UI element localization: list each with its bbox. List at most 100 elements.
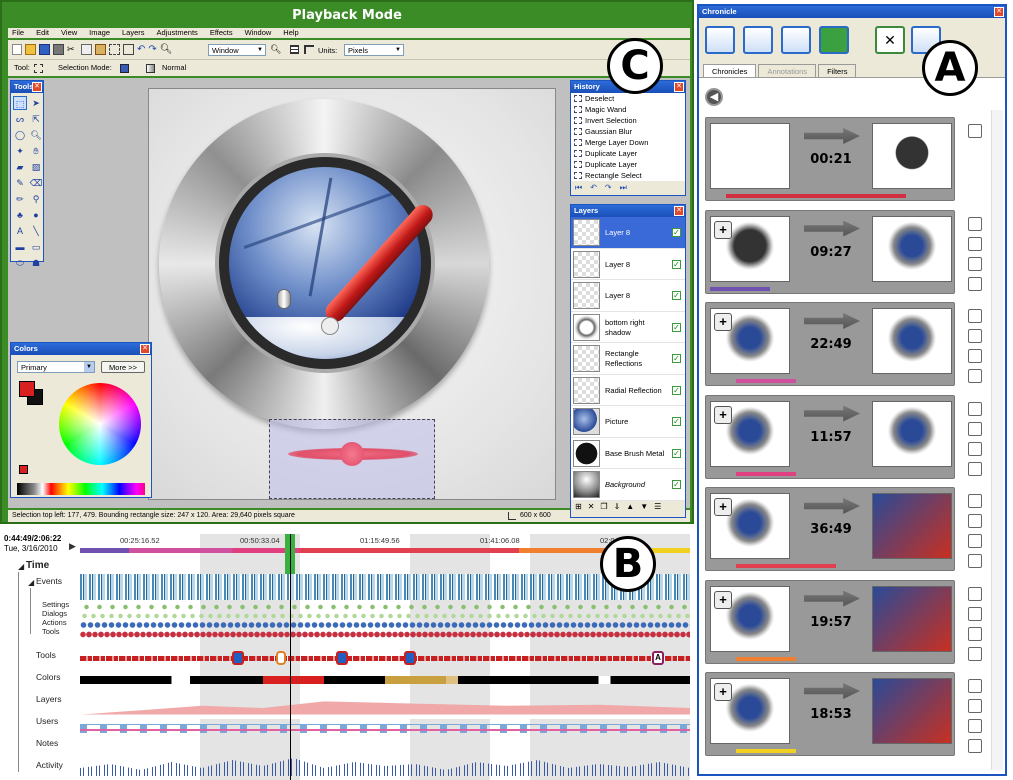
menu-item-effects[interactable]: Effects [210, 28, 233, 38]
close-view-icon[interactable]: ✕ [875, 26, 905, 54]
expand-icon[interactable]: + [714, 590, 732, 609]
view-split-icon[interactable] [743, 26, 773, 54]
line-tool-icon[interactable]: ╲ [29, 224, 43, 238]
frame-end-thumbnail[interactable] [872, 493, 952, 559]
layer-visibility-checkbox[interactable]: ✓ [672, 322, 681, 332]
crop-icon[interactable] [109, 44, 120, 55]
selection-rectangle[interactable] [269, 419, 435, 499]
rectangle-tool-icon[interactable]: ▬ [13, 240, 27, 254]
menu-item-adjustments[interactable]: Adjustments [157, 28, 198, 38]
layer-row[interactable]: Rectangle Reflections ✓ [571, 343, 685, 375]
sync-icon[interactable] [819, 26, 849, 54]
ellipse-tool-icon[interactable]: ◯ [13, 128, 27, 142]
chronicle-frame[interactable]: 19:57 + [705, 579, 982, 664]
layer-row[interactable]: Picture ✓ [571, 406, 685, 438]
chronicle-frame[interactable]: 09:27 + [705, 209, 982, 294]
gradient-tool-icon[interactable]: ▨ [29, 160, 43, 174]
selection-tool-icon[interactable] [34, 64, 43, 73]
tool-marker[interactable] [276, 651, 286, 665]
play-icon[interactable]: ▶ [69, 541, 76, 552]
pan-tool-icon[interactable]: ✋︎ [29, 144, 43, 158]
layer-row[interactable]: Background ✓ [571, 469, 685, 501]
move-down-icon[interactable]: ▼ [640, 502, 648, 511]
close-icon[interactable]: ✕ [994, 7, 1004, 17]
frame-start-thumbnail[interactable] [710, 123, 790, 189]
save-icon[interactable] [39, 44, 50, 55]
pencil-tool-icon[interactable]: ✏ [13, 192, 27, 206]
menu-item-file[interactable]: File [12, 28, 24, 38]
clone-stamp-tool-icon[interactable]: ♣ [13, 208, 27, 222]
history-item[interactable]: Invert Selection [573, 115, 685, 126]
layer-visibility-checkbox[interactable]: ✓ [672, 417, 681, 426]
chronicle-frame[interactable]: 36:49 + [705, 487, 982, 571]
print-icon[interactable] [53, 44, 64, 55]
tool-marker-text-tool[interactable]: A [652, 651, 664, 665]
color-mode-select[interactable]: Primary ▼ [17, 361, 95, 373]
layer-row[interactable]: Base Brush Metal ✓ [571, 438, 685, 469]
eraser-tool-icon[interactable]: ⌫ [29, 176, 43, 190]
layer-row[interactable]: Radial Reflection ✓ [571, 375, 685, 406]
history-item[interactable]: Deselect [573, 93, 685, 104]
more-colors-button[interactable]: More >> [101, 361, 145, 373]
color-wheel[interactable] [59, 383, 141, 465]
frame-end-thumbnail[interactable] [872, 585, 952, 652]
chronicle-frame[interactable]: 22:49 + [705, 302, 982, 386]
bucket-tool-icon[interactable]: ▰ [13, 160, 27, 174]
duplicate-layer-icon[interactable]: ❐ [600, 502, 607, 511]
undo-icon[interactable]: ↶ [590, 183, 597, 193]
expand-icon[interactable]: + [714, 405, 732, 424]
close-icon[interactable]: ✕ [674, 206, 684, 216]
expand-icon[interactable]: + [714, 498, 732, 516]
back-icon[interactable]: ◀ [705, 88, 723, 106]
layer-visibility-checkbox[interactable]: ✓ [672, 448, 681, 458]
fast-forward-icon[interactable]: ⏭ [620, 183, 627, 193]
image-canvas[interactable] [148, 88, 556, 500]
zoom-tool-icon[interactable]: 🔍︎ [29, 128, 43, 142]
close-icon[interactable]: ✕ [140, 344, 150, 354]
menu-item-view[interactable]: View [61, 28, 77, 38]
history-item[interactable]: Magic Wand [573, 104, 685, 115]
zoom-in-icon[interactable]: 🔍︎ [270, 44, 281, 55]
primary-color-swatch[interactable] [19, 381, 35, 397]
chronicle-scrollbar[interactable] [991, 110, 1003, 770]
move-up-icon[interactable]: ▲ [626, 502, 634, 511]
paste-icon[interactable] [95, 44, 106, 55]
tool-marker[interactable] [232, 651, 244, 665]
menu-item-window[interactable]: Window [245, 28, 272, 38]
copy-icon[interactable] [81, 44, 92, 55]
chronicle-frame[interactable]: 18:53 + [705, 672, 982, 756]
frame-end-thumbnail[interactable] [872, 308, 952, 374]
layer-row[interactable]: Layer 8 ✓ [571, 280, 685, 312]
merge-layer-icon[interactable]: ⇓ [614, 502, 621, 511]
layer-visibility-checkbox[interactable]: ✓ [672, 480, 681, 489]
selection-mode-button[interactable] [120, 64, 129, 73]
frame-end-thumbnail[interactable] [872, 678, 952, 744]
frame-end-thumbnail[interactable] [872, 400, 952, 467]
menu-item-edit[interactable]: Edit [36, 28, 49, 38]
tab-annotations[interactable]: Annotations [758, 64, 817, 77]
blend-mode-icon[interactable] [146, 64, 155, 73]
move-selection-tool-icon[interactable]: ⇱ [29, 112, 43, 126]
recolor-tool-icon[interactable]: ● [29, 208, 43, 222]
tab-filters[interactable]: Filters [818, 64, 857, 77]
delete-layer-icon[interactable]: ✕ [588, 502, 595, 511]
history-item[interactable]: Gaussian Blur [573, 126, 685, 137]
palette-strip[interactable] [17, 483, 145, 495]
menu-item-help[interactable]: Help [283, 28, 298, 38]
history-item[interactable]: Duplicate Layer [573, 148, 685, 159]
tool-marker[interactable] [404, 651, 416, 665]
menu-item-layers[interactable]: Layers [122, 28, 145, 38]
rewind-icon[interactable]: ⏮ [575, 183, 582, 193]
move-tool-icon[interactable]: ➤ [29, 96, 43, 110]
undo-icon[interactable]: ↶ [137, 44, 145, 55]
zoom-select[interactable]: Window ▼ [208, 44, 266, 56]
new-icon[interactable] [12, 44, 22, 55]
view-panel-icon[interactable] [781, 26, 811, 54]
expand-icon[interactable]: + [714, 683, 732, 701]
layer-row[interactable]: bottom right shadow ✓ [571, 312, 685, 343]
ellipse-shape-tool-icon[interactable]: ⬭ [13, 256, 27, 270]
open-icon[interactable] [25, 44, 36, 55]
magic-wand-tool-icon[interactable]: ✦ [13, 144, 27, 158]
tool-marker[interactable] [336, 651, 348, 665]
ruler-icon[interactable] [304, 45, 314, 54]
